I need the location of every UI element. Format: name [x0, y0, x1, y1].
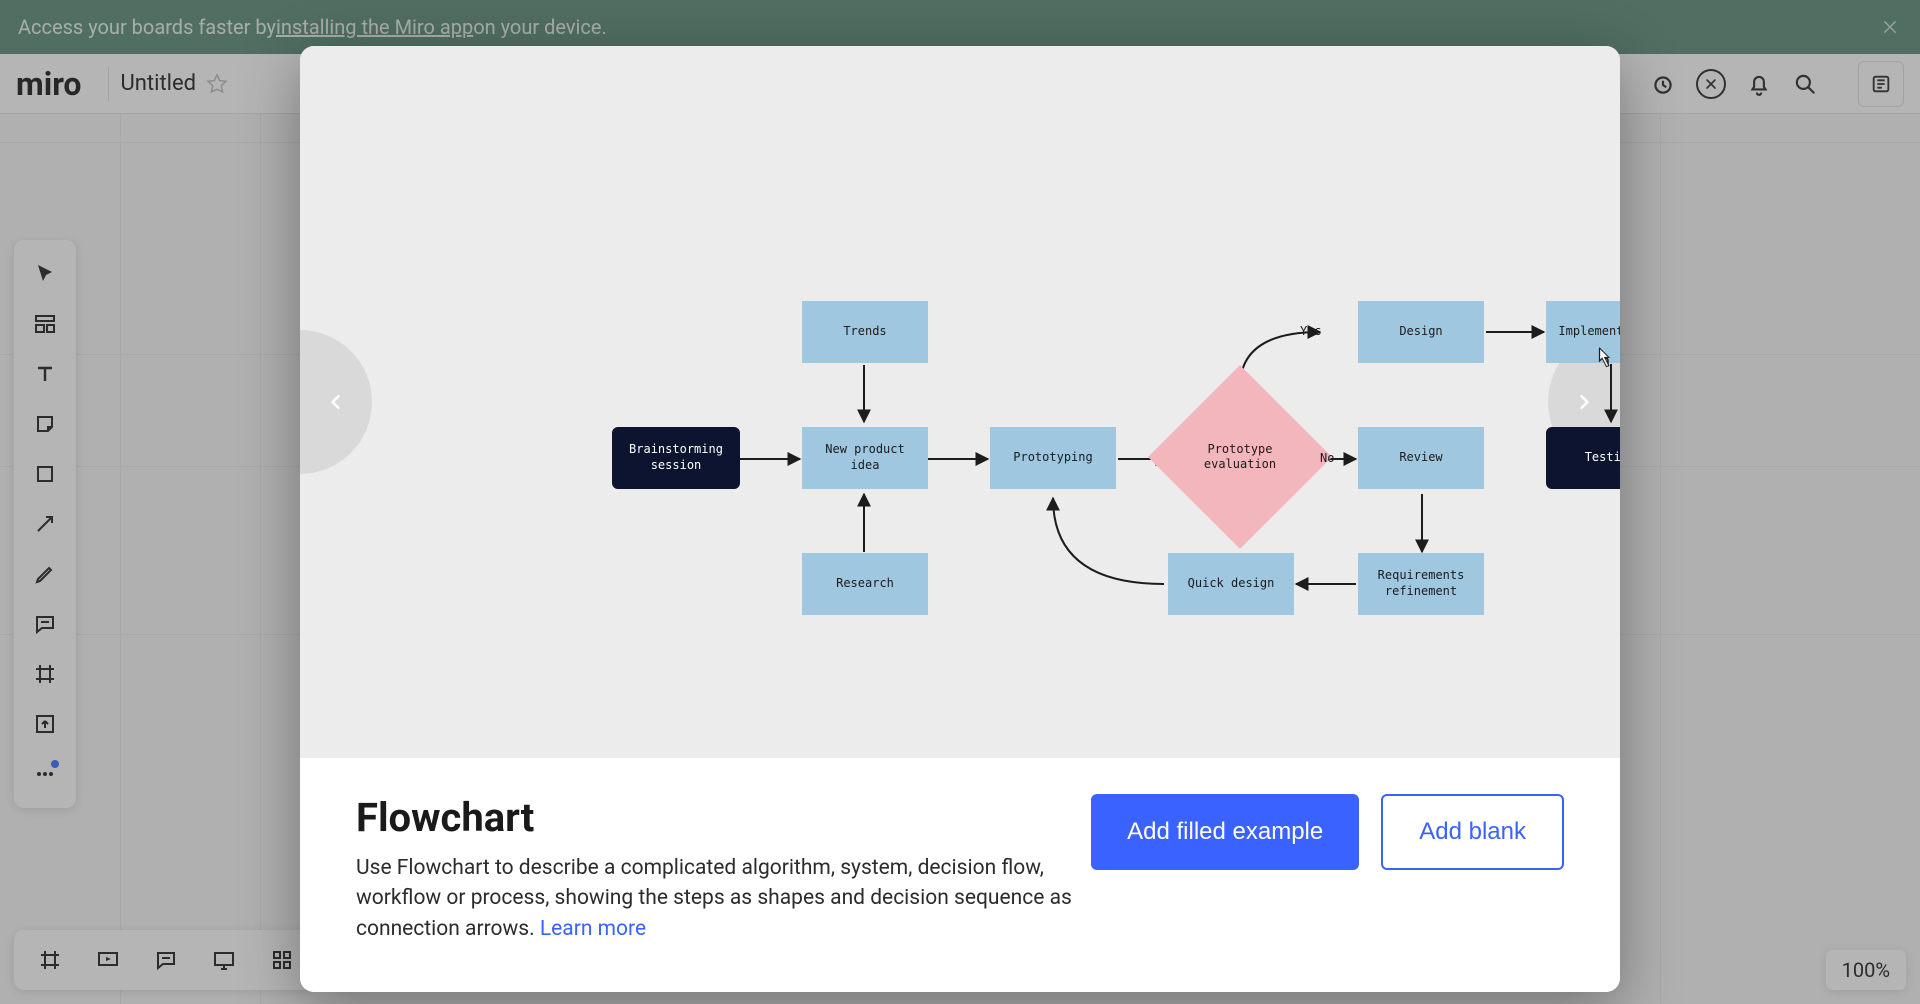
node-testing: Testing	[1546, 427, 1620, 489]
node-research: Research	[802, 553, 928, 615]
template-description: Use Flowchart to describe a complicated …	[356, 853, 1076, 944]
node-implementation: Implementation	[1546, 301, 1620, 363]
node-brainstorming: Brainstorming session	[612, 427, 740, 489]
template-modal-overlay[interactable]: Brainstorming session Trends New product…	[0, 0, 1920, 1004]
node-prototype-evaluation: Prototype evaluation	[1175, 392, 1305, 522]
diamond-label: Prototype evaluation	[1175, 392, 1305, 522]
template-description-text: Use Flowchart to describe a complicated …	[356, 856, 1072, 941]
node-design: Design	[1358, 301, 1484, 363]
template-info: Flowchart Use Flowchart to describe a co…	[356, 794, 1076, 944]
edge-label-yes: Yes	[1300, 324, 1322, 338]
template-modal: Brainstorming session Trends New product…	[300, 46, 1620, 992]
template-actions: Add filled example Add blank	[1091, 794, 1564, 870]
node-new-product: New product idea	[802, 427, 928, 489]
template-title: Flowchart	[356, 794, 1076, 841]
learn-more-link[interactable]: Learn more	[540, 917, 646, 941]
node-review: Review	[1358, 427, 1484, 489]
node-prototyping: Prototyping	[990, 427, 1116, 489]
template-modal-footer: Flowchart Use Flowchart to describe a co…	[300, 758, 1620, 992]
edge-label-no: No	[1320, 451, 1334, 465]
add-filled-example-button[interactable]: Add filled example	[1091, 794, 1359, 870]
add-blank-button[interactable]: Add blank	[1381, 794, 1564, 870]
flowchart-connectors	[300, 46, 1620, 758]
node-quick-design: Quick design	[1168, 553, 1294, 615]
node-trends: Trends	[802, 301, 928, 363]
node-requirements: Requirements refinement	[1358, 553, 1484, 615]
template-preview: Brainstorming session Trends New product…	[300, 46, 1620, 758]
